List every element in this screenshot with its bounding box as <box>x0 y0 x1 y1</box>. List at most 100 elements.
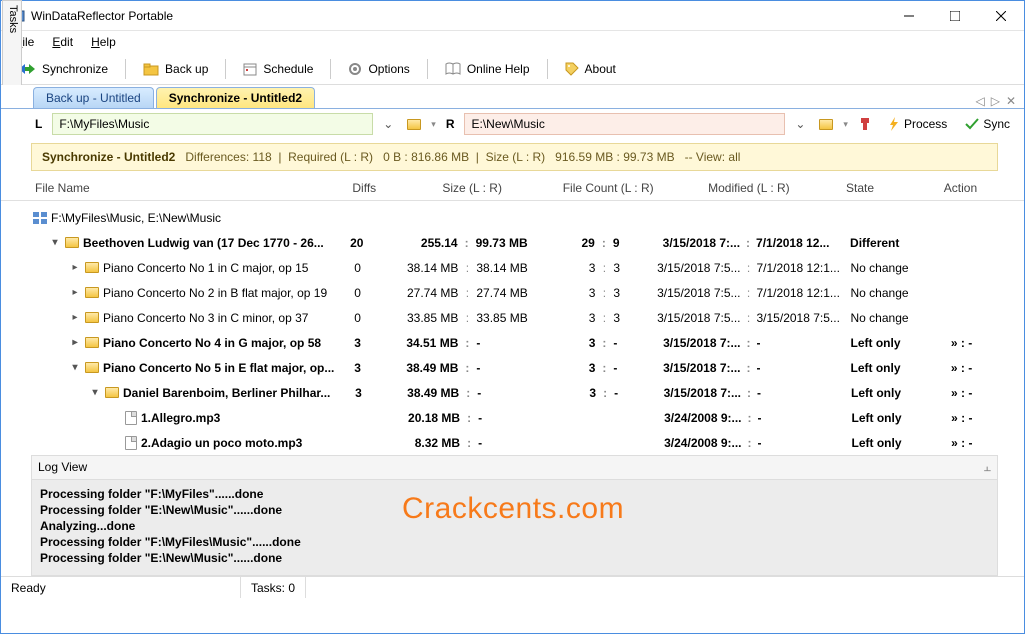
row-state: Different <box>842 236 925 250</box>
header-diffs[interactable]: Diffs <box>341 181 388 195</box>
expander-icon[interactable]: ▾ <box>69 362 81 373</box>
table-row[interactable]: 2.Adagio un poco moto.mp3 8.32 MB:- 3/24… <box>31 430 998 453</box>
tab-prev-icon[interactable]: ◁ <box>975 94 984 108</box>
folder-icon <box>105 387 119 398</box>
table-row[interactable]: ▾ Piano Concerto No 5 in E flat major, o… <box>31 355 998 380</box>
row-state: Left only <box>844 436 926 450</box>
toolbar-about[interactable]: About <box>556 58 625 80</box>
status-ready: Ready <box>1 577 241 598</box>
window-title: WinDataReflector Portable <box>31 9 886 23</box>
left-path-dropdown-icon[interactable]: ⌄ <box>379 117 397 131</box>
toolbar-synchronize[interactable]: Synchronize <box>9 58 117 80</box>
row-modified: 3/15/2018 7:5...:7/1/2018 12:1... <box>655 286 843 300</box>
row-size: 34.51 MB:- <box>380 336 554 350</box>
header-count[interactable]: File Count (L : R) <box>557 181 660 195</box>
row-diffs: 0 <box>335 261 381 275</box>
row-modified: 3/15/2018 7:...:- <box>655 336 843 350</box>
row-size: 38.49 MB:- <box>381 386 555 400</box>
header-action[interactable]: Action <box>923 181 998 195</box>
tag-icon <box>565 62 579 76</box>
path-bar: L ⌄ ▾ R ⌄ ▾ Process Sync <box>23 109 1024 139</box>
filter-icon[interactable] <box>854 113 876 135</box>
watermark-text: Crackcents.com <box>402 492 624 526</box>
row-action: » : - <box>925 361 998 375</box>
right-browse-icon[interactable] <box>815 113 837 135</box>
checkmark-icon <box>965 118 979 130</box>
row-action: » : - <box>925 336 998 350</box>
expander-icon[interactable]: ▸ <box>69 312 81 323</box>
tab-close-icon[interactable]: ✕ <box>1006 94 1016 108</box>
row-size: 20.18 MB:- <box>382 411 556 425</box>
tab-synchronize[interactable]: Synchronize - Untitled2 <box>156 87 315 108</box>
header-state[interactable]: State <box>838 181 923 195</box>
close-button[interactable] <box>978 1 1024 30</box>
separator <box>225 59 226 79</box>
header-modified[interactable]: Modified (L : R) <box>660 181 838 195</box>
left-path-input[interactable] <box>52 113 373 135</box>
table-row[interactable]: ▾ Beethoven Ludwig van (17 Dec 1770 - 26… <box>31 230 998 255</box>
sync-button[interactable]: Sync <box>959 115 1016 133</box>
expander-icon[interactable]: ▸ <box>69 287 81 298</box>
folder-icon <box>85 287 99 298</box>
tab-backup[interactable]: Back up - Untitled <box>33 87 154 108</box>
titlebar: WinDataReflector Portable <box>1 1 1024 31</box>
menu-edit[interactable]: Edit <box>44 33 81 51</box>
table-row[interactable]: ▸ Piano Concerto No 3 in C minor, op 37 … <box>31 305 998 330</box>
table-row[interactable]: ▸ Piano Concerto No 1 in C major, op 15 … <box>31 255 998 280</box>
summary-name: Synchronize - Untitled2 <box>42 150 175 164</box>
row-action: » : - <box>925 386 998 400</box>
table-row[interactable]: 1.Allegro.mp3 20.18 MB:- 3/24/2008 9:...… <box>31 405 998 430</box>
header-size[interactable]: Size (L : R) <box>388 181 557 195</box>
summary-size-label: Size (L : R) <box>486 150 546 164</box>
header-filename[interactable]: File Name <box>31 181 341 195</box>
row-name: 2.Adagio un poco moto.mp3 <box>141 436 302 450</box>
menu-help[interactable]: Help <box>83 33 124 51</box>
row-state: Left only <box>843 386 925 400</box>
toolbar-options[interactable]: Options <box>339 58 418 80</box>
table-row[interactable]: ▸ Piano Concerto No 4 in G major, op 58 … <box>31 330 998 355</box>
row-name: 1.Allegro.mp3 <box>141 411 220 425</box>
row-name: Piano Concerto No 3 in C minor, op 37 <box>103 311 308 325</box>
process-button[interactable]: Process <box>882 115 953 133</box>
row-diffs: 3 <box>335 361 381 375</box>
row-modified: 3/15/2018 7:...:- <box>655 386 843 400</box>
summary-diffs: 118 <box>253 150 272 164</box>
toolbar-backup[interactable]: Back up <box>134 58 217 80</box>
lightning-icon <box>888 117 900 131</box>
left-browse-dropdown-icon[interactable]: ▾ <box>431 119 436 130</box>
toolbar-schedule[interactable]: Schedule <box>234 58 322 80</box>
logview-header: Log View ⫠ <box>31 455 998 480</box>
folder-icon <box>85 312 99 323</box>
expander-icon[interactable]: ▸ <box>69 337 81 348</box>
expander-icon[interactable]: ▸ <box>69 262 81 273</box>
status-tasks: Tasks: 0 <box>241 577 306 598</box>
row-count: 3:- <box>555 386 655 400</box>
row-modified: 3/24/2008 9:...:- <box>656 411 844 425</box>
summary-size: 916.59 MB : 99.73 MB <box>555 150 674 164</box>
gear-icon <box>348 62 362 76</box>
row-name: Beethoven Ludwig van (17 Dec 1770 - 26..… <box>83 236 324 250</box>
maximize-button[interactable] <box>932 1 978 30</box>
expander-icon[interactable]: ▾ <box>89 387 101 398</box>
table-row[interactable]: ▸ Piano Concerto No 2 in B flat major, o… <box>31 280 998 305</box>
expander-icon[interactable]: ▾ <box>49 237 61 248</box>
pin-icon[interactable]: ⫠ <box>984 460 991 475</box>
right-browse-dropdown-icon[interactable]: ▾ <box>843 119 848 130</box>
row-state: No change <box>843 261 926 275</box>
summary-view: all <box>728 150 740 164</box>
row-modified: 3/15/2018 7:5...:3/15/2018 7:5... <box>655 311 843 325</box>
left-browse-icon[interactable] <box>403 113 425 135</box>
tab-navigation: ◁ ▷ ✕ <box>975 94 1024 108</box>
right-path-dropdown-icon[interactable]: ⌄ <box>791 117 809 131</box>
toolbar-onlinehelp[interactable]: Online Help <box>436 58 539 80</box>
summary-required-label: Required (L : R) <box>288 150 373 164</box>
right-path-input[interactable] <box>464 113 785 135</box>
root-row[interactable]: F:\MyFiles\Music, E:\New\Music <box>31 205 998 230</box>
row-name: Piano Concerto No 5 in E flat major, op.… <box>103 361 334 375</box>
minimize-button[interactable] <box>886 1 932 30</box>
table-row[interactable]: ▾ Daniel Barenboim, Berliner Philhar... … <box>31 380 998 405</box>
toolbar-backup-label: Back up <box>165 62 208 76</box>
row-diffs: 0 <box>335 286 381 300</box>
tab-next-icon[interactable]: ▷ <box>991 94 1000 108</box>
row-state: Left only <box>843 361 926 375</box>
